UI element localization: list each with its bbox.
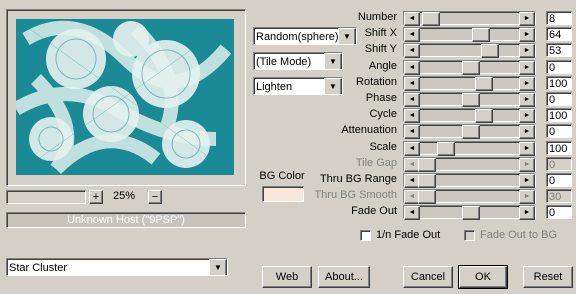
arrow-right-icon[interactable]: ► — [519, 12, 535, 26]
reset-button[interactable]: Reset — [523, 266, 573, 288]
slider-thumb[interactable] — [475, 77, 493, 91]
arrow-right-icon[interactable]: ► — [519, 158, 535, 172]
slider-label: Scale — [369, 141, 397, 153]
slider-thumb[interactable] — [472, 28, 490, 42]
slider-thumb[interactable] — [462, 61, 480, 75]
slider-value-field[interactable]: 100 — [546, 108, 572, 122]
slider-value-field[interactable]: 64 — [546, 27, 572, 41]
chevron-down-icon[interactable]: ▼ — [209, 259, 227, 275]
arrow-right-icon[interactable]: ► — [519, 61, 535, 75]
slider-value-field[interactable]: 0 — [546, 157, 572, 171]
slider-label: Number — [357, 11, 397, 23]
arrow-left-icon[interactable]: ◄ — [404, 93, 420, 107]
preview-image[interactable] — [16, 19, 234, 175]
preset-dropdown[interactable]: Star Cluster ▼ — [6, 258, 228, 276]
slider-thumb[interactable] — [481, 44, 499, 58]
arrow-left-icon[interactable]: ◄ — [404, 12, 420, 26]
fade-to-bg-label: Fade Out to BG — [480, 229, 558, 241]
arrow-left-icon[interactable]: ◄ — [404, 28, 420, 42]
slider-thumb[interactable] — [422, 12, 440, 26]
arrow-right-icon[interactable]: ► — [519, 125, 535, 139]
slider-track[interactable]: ◄ ► — [403, 92, 536, 107]
fade-1n-label: 1/n Fade Out — [376, 229, 441, 241]
slider-label: Cycle — [369, 108, 397, 120]
slider-value-field[interactable]: 0 — [546, 124, 572, 138]
ok-button[interactable]: OK — [458, 265, 508, 289]
host-status-bar: Unknown Host ("9PSP") — [6, 212, 246, 228]
arrow-left-icon[interactable]: ◄ — [404, 77, 420, 91]
slider-label: Rotation — [356, 76, 397, 88]
slider-track[interactable]: ◄ ► — [403, 76, 536, 91]
slider-value-field[interactable]: 0 — [546, 205, 572, 219]
web-button[interactable]: Web — [262, 266, 312, 288]
slider-track[interactable]: ◄ ► — [403, 124, 536, 139]
slider-label: Phase — [365, 92, 397, 104]
zoom-level: 25% — [112, 190, 136, 202]
arrow-left-icon[interactable]: ◄ — [404, 109, 420, 123]
zoom-in-button[interactable]: + — [89, 190, 103, 204]
arrow-left-icon[interactable]: ◄ — [404, 61, 420, 75]
slider-thumb[interactable] — [418, 190, 436, 204]
slider-track[interactable]: ◄ ► — [403, 173, 536, 188]
slider-value-field[interactable]: 0 — [546, 173, 572, 187]
preset-value: Star Cluster — [9, 262, 68, 274]
slider-label: Fade Out — [351, 205, 397, 217]
slider-track[interactable]: ◄ ► — [403, 43, 536, 58]
slider-label: Shift Y — [364, 43, 397, 55]
slider-track[interactable]: ◄ ► — [403, 60, 536, 75]
slider-label: Tile Gap — [355, 157, 397, 169]
slider-thumb[interactable] — [418, 158, 436, 172]
cancel-button[interactable]: Cancel — [403, 266, 453, 288]
slider-label: Attenuation — [341, 124, 397, 136]
slider-value-field[interactable]: 8 — [546, 11, 572, 25]
slider-label: Shift X — [364, 27, 397, 39]
slider-value-field[interactable]: 30 — [546, 189, 572, 203]
arrow-right-icon[interactable]: ► — [519, 28, 535, 42]
zoom-out-button[interactable]: − — [148, 190, 162, 204]
fade-to-bg-checkbox[interactable] — [464, 230, 475, 241]
arrow-right-icon[interactable]: ► — [519, 142, 535, 156]
zoom-strip-left — [6, 190, 86, 204]
arrow-right-icon[interactable]: ► — [519, 109, 535, 123]
slider-track[interactable]: ◄ ► — [403, 11, 536, 26]
preview-frame — [6, 9, 246, 186]
arrow-left-icon[interactable]: ◄ — [404, 125, 420, 139]
slider-thumb[interactable] — [418, 174, 436, 188]
about-button[interactable]: About... — [318, 266, 370, 288]
fade-1n-checkbox[interactable] — [360, 230, 371, 241]
slider-label: Thru BG Smooth — [314, 189, 397, 201]
slider-track[interactable]: ◄ ► — [403, 157, 536, 172]
slider-thumb[interactable] — [462, 93, 480, 107]
slider-track[interactable]: ◄ ► — [403, 205, 536, 220]
slider-value-field[interactable]: 0 — [546, 92, 572, 106]
arrow-right-icon[interactable]: ► — [519, 44, 535, 58]
arrow-right-icon[interactable]: ► — [519, 93, 535, 107]
slider-value-field[interactable]: 100 — [546, 76, 572, 90]
arrow-right-icon[interactable]: ► — [519, 190, 535, 204]
slider-thumb[interactable] — [475, 109, 493, 123]
host-status-text: Unknown Host ("9PSP") — [67, 214, 185, 226]
arrow-right-icon[interactable]: ► — [519, 206, 535, 220]
slider-track[interactable]: ◄ ► — [403, 27, 536, 42]
arrow-left-icon[interactable]: ◄ — [404, 44, 420, 58]
slider-track[interactable]: ◄ ► — [403, 108, 536, 123]
arrow-right-icon[interactable]: ► — [519, 77, 535, 91]
slider-thumb[interactable] — [462, 206, 480, 220]
slider-value-field[interactable]: 0 — [546, 60, 572, 74]
slider-thumb[interactable] — [462, 125, 480, 139]
slider-track[interactable]: ◄ ► — [403, 189, 536, 204]
slider-label: Angle — [368, 60, 397, 72]
slider-label: Thru BG Range — [319, 173, 397, 185]
arrow-left-icon[interactable]: ◄ — [404, 142, 420, 156]
arrow-left-icon[interactable]: ◄ — [404, 206, 420, 220]
slider-track[interactable]: ◄ ► — [403, 141, 536, 156]
arrow-right-icon[interactable]: ► — [519, 174, 535, 188]
slider-value-field[interactable]: 53 — [546, 43, 572, 57]
slider-value-field[interactable]: 100 — [546, 141, 572, 155]
slider-thumb[interactable] — [437, 142, 455, 156]
